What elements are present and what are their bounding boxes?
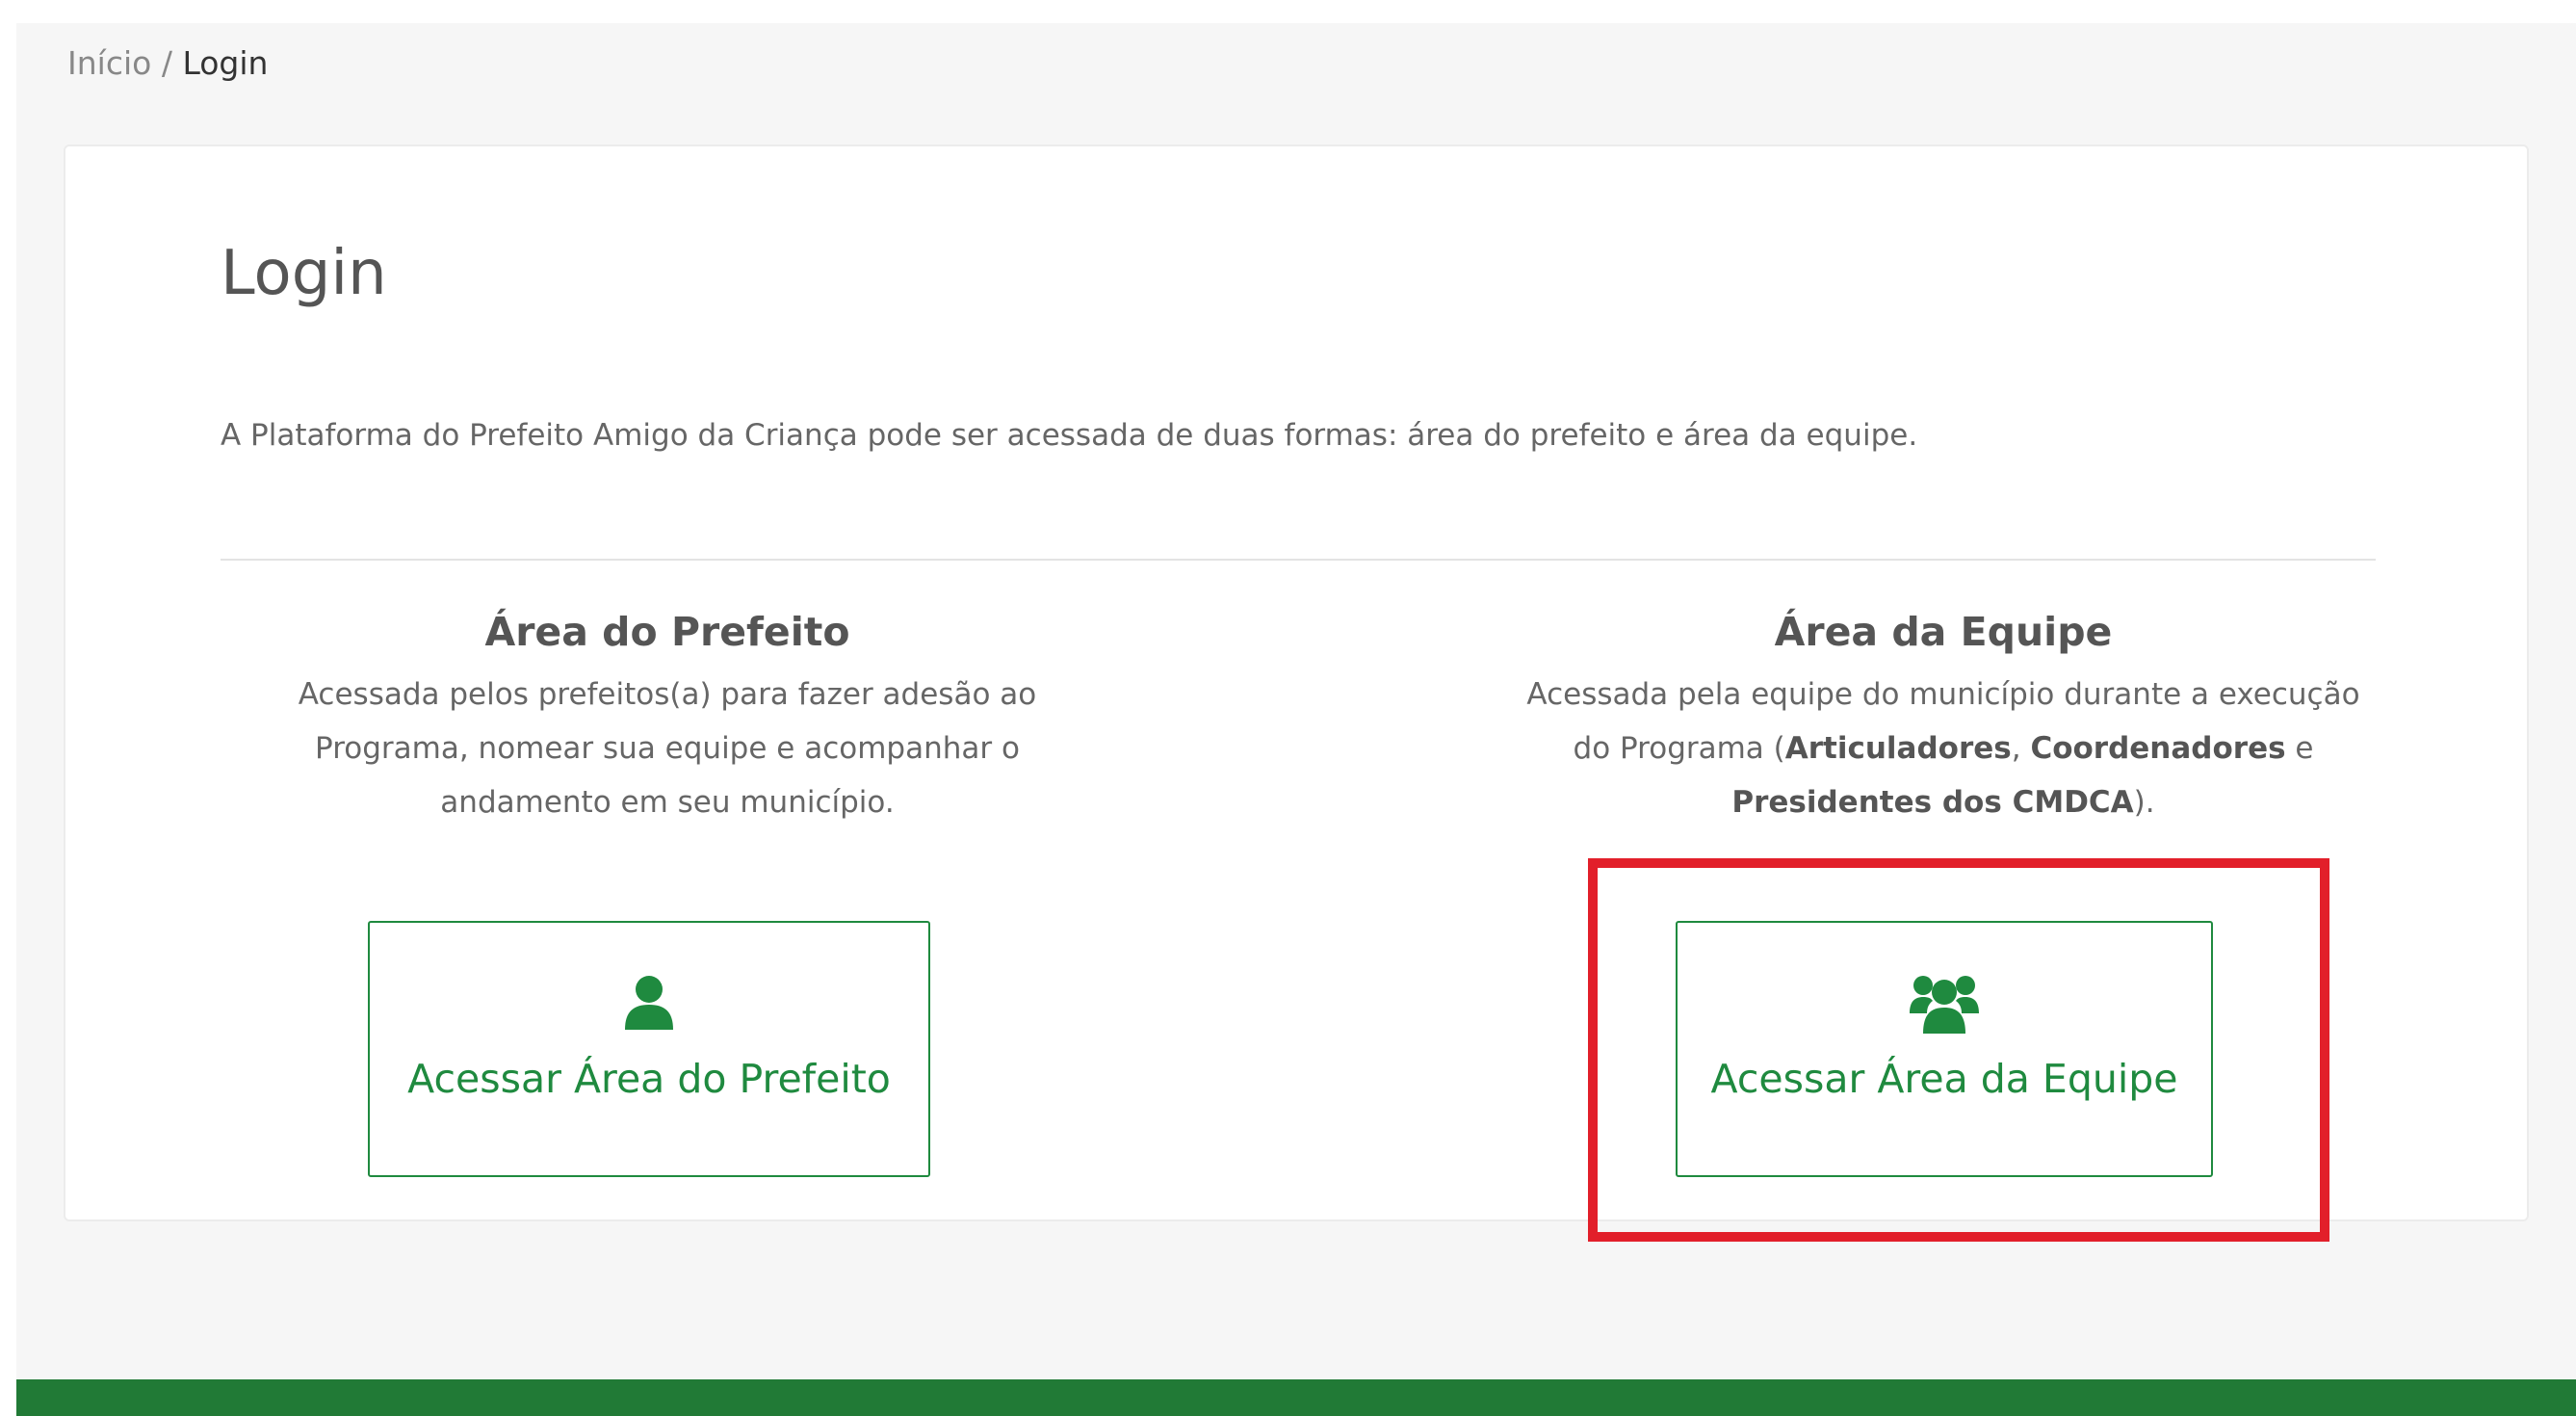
access-prefeito-button[interactable]: Acessar Área do Prefeito: [368, 921, 930, 1177]
access-prefeito-label: Acessar Área do Prefeito: [407, 1056, 891, 1102]
highlight-annotation: [1588, 858, 2329, 1242]
breadcrumb-separator: /: [151, 44, 183, 82]
footer: [16, 1379, 2576, 1416]
role-separator: ,: [2011, 731, 2031, 766]
login-intro-text: A Plataforma do Prefeito Amigo da Crianç…: [221, 418, 1918, 453]
page-title: Login: [221, 238, 387, 309]
prefeito-area-description: Acessada pelos prefeitos(a) para fazer a…: [298, 677, 1037, 820]
equipe-area-description: Acessada pela equipe do município durant…: [1510, 668, 2377, 829]
role-separator: e: [2285, 731, 2314, 766]
user-icon: [624, 971, 674, 1035]
divider: [221, 559, 2376, 561]
role-coordenadores: Coordenadores: [2030, 731, 2286, 766]
equipe-description-end: ).: [2133, 785, 2155, 820]
role-articuladores: Articuladores: [1784, 731, 2012, 766]
prefeito-area-title: Área do Prefeito: [484, 609, 850, 655]
breadcrumb-current: Login: [182, 44, 269, 82]
breadcrumb-home-link[interactable]: Início: [67, 44, 151, 82]
role-presidentes-cmdca: Presidentes dos CMDCA: [1731, 785, 2134, 820]
breadcrumb: Início / Login: [67, 42, 268, 85]
equipe-area-title: Área da Equipe: [1774, 609, 2113, 655]
